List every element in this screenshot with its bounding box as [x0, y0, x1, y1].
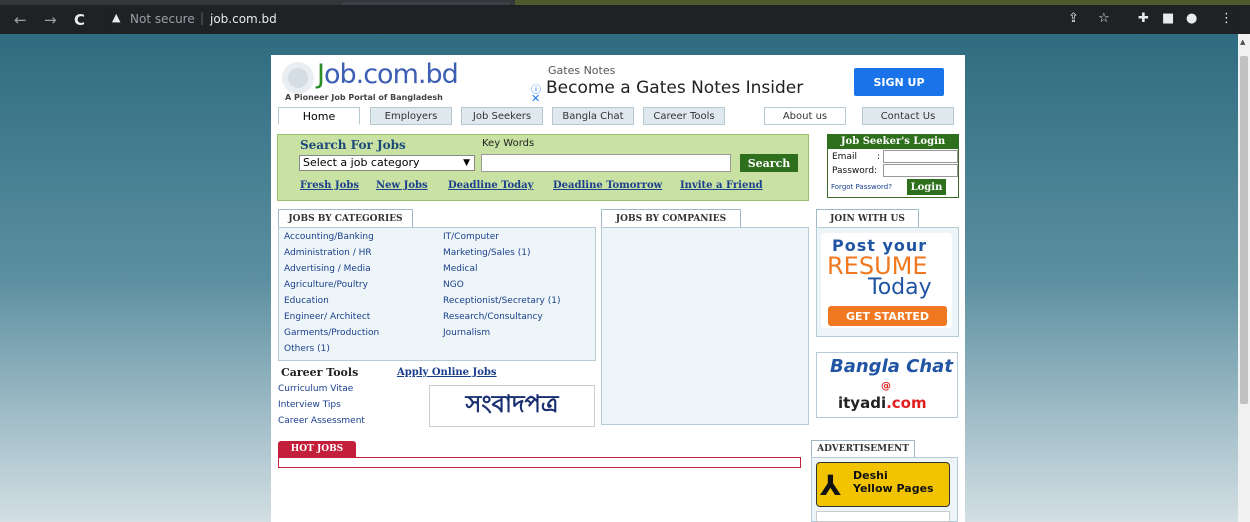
- forgot-password-link[interactable]: Forgot Password?: [831, 183, 892, 191]
- tab-inactive[interactable]: [342, 2, 510, 5]
- category-link[interactable]: Others (1): [284, 344, 330, 354]
- scroll-up-icon[interactable]: ▲: [1240, 38, 1245, 46]
- login-button[interactable]: Login: [907, 179, 946, 195]
- menu-home[interactable]: Home: [278, 107, 360, 125]
- keywords-label: Key Words: [482, 138, 535, 149]
- password-label: Password:: [832, 166, 878, 176]
- search-title: Search For Jobs: [300, 138, 406, 152]
- category-link[interactable]: Agriculture/Poultry: [284, 280, 368, 290]
- menu-employers[interactable]: Employers: [370, 107, 452, 125]
- tab-active[interactable]: [515, 0, 1250, 5]
- get-started-button[interactable]: GET STARTED: [828, 306, 947, 326]
- logo-letter: J: [317, 59, 325, 90]
- companies-header[interactable]: JOBS BY COMPANIES: [601, 209, 741, 227]
- menu-about-us[interactable]: About us: [764, 107, 846, 125]
- yellow-pages-text: Deshi Yellow Pages: [853, 469, 934, 495]
- menu-bangla-chat[interactable]: Bangla Chat: [552, 107, 634, 125]
- url-text[interactable]: job.com.bd: [210, 12, 277, 26]
- ad-signup-button[interactable]: SIGN UP: [854, 68, 944, 96]
- back-icon[interactable]: ←: [14, 11, 27, 29]
- join-header[interactable]: JOIN WITH US: [816, 209, 919, 227]
- category-link[interactable]: IT/Computer: [443, 232, 499, 242]
- email-field[interactable]: [883, 150, 958, 163]
- menu-job-seekers[interactable]: Job Seekers: [461, 107, 543, 125]
- category-link[interactable]: Research/Consultancy: [443, 312, 543, 322]
- category-link[interactable]: Medical: [443, 264, 477, 274]
- extensions-icon[interactable]: ✚: [1138, 11, 1149, 26]
- keywords-input[interactable]: [481, 154, 731, 172]
- category-link[interactable]: Accounting/Banking: [284, 232, 374, 242]
- link-new-jobs[interactable]: New Jobs: [376, 180, 428, 191]
- advertisement-header: ADVERTISEMENT: [811, 440, 915, 457]
- hot-jobs-box: [278, 457, 801, 468]
- address-separator: |: [200, 11, 205, 25]
- yellow-pages-logo-icon: ⅄: [820, 469, 842, 502]
- bangla-chat-at: @: [881, 381, 891, 392]
- apply-online-link[interactable]: Apply Online Jobs: [397, 367, 497, 378]
- browser-toolbar: ← → C ▲ Not secure | job.com.bd ⇪ ☆ ✚ ■ …: [0, 0, 1250, 34]
- category-select[interactable]: Select a job category ▼: [299, 155, 475, 171]
- category-link[interactable]: Education: [284, 296, 329, 306]
- side-panel-icon[interactable]: ■: [1162, 11, 1174, 26]
- career-tool-link[interactable]: Curriculum Vitae: [278, 384, 353, 394]
- resume-ad-today: Today: [868, 275, 932, 300]
- career-tool-link[interactable]: Interview Tips: [278, 400, 341, 410]
- category-select-value: Select a job category: [303, 156, 420, 169]
- logo-domain: ob.com.bd: [323, 59, 459, 90]
- tab-strip: [0, 0, 1250, 5]
- career-tools-title: Career Tools: [281, 366, 359, 379]
- sambadpatra-banner[interactable]: সংবাদপত্র: [429, 385, 595, 427]
- warning-icon[interactable]: ▲: [112, 11, 120, 24]
- share-icon[interactable]: ⇪: [1068, 11, 1079, 26]
- ad-source[interactable]: Gates Notes: [548, 64, 615, 77]
- logo-icon[interactable]: [281, 60, 316, 96]
- logo-tagline: A Pioneer Job Portal of Bangladesh: [285, 93, 443, 102]
- reload-icon[interactable]: C: [74, 11, 85, 29]
- link-invite-friend[interactable]: Invite a Friend: [680, 180, 763, 191]
- category-link[interactable]: Garments/Production: [284, 328, 379, 338]
- site-logo[interactable]: Job.com.bd: [317, 59, 459, 90]
- ad-close-icon[interactable]: ✕: [531, 92, 540, 105]
- companies-box: [601, 227, 809, 425]
- menu-contact-us[interactable]: Contact Us: [862, 107, 954, 125]
- profile-avatar-icon[interactable]: ●: [1186, 11, 1197, 26]
- second-ad-banner[interactable]: [816, 511, 950, 522]
- category-link[interactable]: Advertising / Media: [284, 264, 371, 274]
- email-label: Email: [832, 152, 857, 162]
- category-link[interactable]: Journalism: [443, 328, 490, 338]
- bangla-chat-domain-tld: .com: [886, 394, 927, 412]
- forward-icon[interactable]: →: [44, 11, 57, 29]
- star-icon[interactable]: ☆: [1098, 11, 1110, 26]
- career-tool-link[interactable]: Career Assessment: [278, 416, 365, 426]
- yellow-pages-line2: Yellow Pages: [853, 482, 934, 495]
- link-deadline-tomorrow[interactable]: Deadline Tomorrow: [553, 180, 662, 191]
- categories-header[interactable]: JOBS BY CATEGORIES: [278, 209, 413, 227]
- bangla-chat-domain-name: ityadi: [838, 394, 887, 412]
- category-link[interactable]: Receptionist/Secretary (1): [443, 296, 561, 306]
- password-field[interactable]: [883, 164, 958, 177]
- menu-career-tools[interactable]: Career Tools: [643, 107, 725, 125]
- email-colon: :: [877, 152, 881, 162]
- login-title: Job Seeker's Login: [827, 134, 959, 149]
- chevron-down-icon: ▼: [463, 158, 470, 168]
- search-button[interactable]: Search: [740, 154, 798, 172]
- bangla-chat-domain: ityadi.com: [838, 394, 927, 412]
- category-link[interactable]: Administration / HR: [284, 248, 372, 258]
- main-menu: Home Employers Job Seekers Bangla Chat C…: [278, 107, 959, 125]
- category-link[interactable]: Marketing/Sales (1): [443, 248, 530, 258]
- hot-jobs-tab[interactable]: HOT JOBS: [278, 441, 356, 457]
- ad-headline[interactable]: Become a Gates Notes Insider: [546, 78, 803, 98]
- yellow-pages-line1: Deshi: [853, 469, 888, 482]
- scrollbar-thumb[interactable]: [1240, 56, 1248, 404]
- link-fresh-jobs[interactable]: Fresh Jobs: [300, 180, 359, 191]
- link-deadline-today[interactable]: Deadline Today: [448, 180, 533, 191]
- category-link[interactable]: Engineer/ Architect: [284, 312, 370, 322]
- bangla-chat-title: Bangla Chat: [830, 356, 953, 377]
- category-link[interactable]: NGO: [443, 280, 464, 290]
- menu-icon[interactable]: ⋮: [1220, 11, 1233, 26]
- not-secure-label[interactable]: Not secure: [130, 12, 195, 26]
